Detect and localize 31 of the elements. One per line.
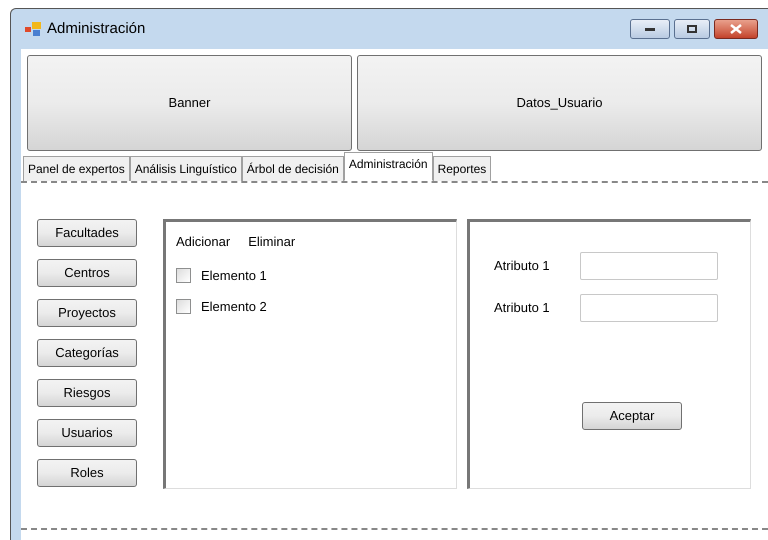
- tab[interactable]: Árbol de decisión: [242, 156, 344, 181]
- nav-button[interactable]: Roles: [37, 459, 137, 487]
- panel-button[interactable]: Datos_Usuario: [357, 55, 762, 151]
- maximize-button[interactable]: [674, 19, 710, 39]
- nav-button[interactable]: Centros: [37, 259, 137, 287]
- tab[interactable]: Panel de expertos: [23, 156, 130, 181]
- checkbox-label: Elemento 1: [201, 266, 267, 284]
- nav-button[interactable]: Proyectos: [37, 299, 137, 327]
- close-icon: [730, 24, 742, 34]
- field-label: Atributo 1: [494, 257, 551, 276]
- field-label: Atributo 1: [494, 299, 551, 318]
- tab[interactable]: Análisis Linguístico: [130, 156, 242, 181]
- input-field[interactable]: [580, 252, 718, 280]
- nav-button[interactable]: Usuarios: [37, 419, 137, 447]
- checkbox[interactable]: [176, 268, 191, 283]
- checkbox[interactable]: [176, 299, 191, 314]
- minimize-button[interactable]: [630, 19, 670, 39]
- menu-item[interactable]: Eliminar: [248, 232, 296, 252]
- menu-item[interactable]: Adicionar: [176, 232, 230, 252]
- input-field[interactable]: [580, 294, 718, 322]
- panel-button[interactable]: Banner: [27, 55, 352, 151]
- tab[interactable]: Reportes: [432, 156, 492, 181]
- app-icon: [25, 22, 41, 36]
- accept-button[interactable]: Aceptar: [582, 402, 682, 430]
- close-button[interactable]: [714, 19, 758, 39]
- window-title: Administración: [47, 18, 146, 39]
- nav-button[interactable]: Riesgos: [37, 379, 137, 407]
- tab[interactable]: Administración: [344, 152, 433, 181]
- checkbox-label: Elemento 2: [201, 298, 267, 316]
- nav-button[interactable]: Categorías: [37, 339, 137, 367]
- nav-button[interactable]: Facultades: [37, 219, 137, 247]
